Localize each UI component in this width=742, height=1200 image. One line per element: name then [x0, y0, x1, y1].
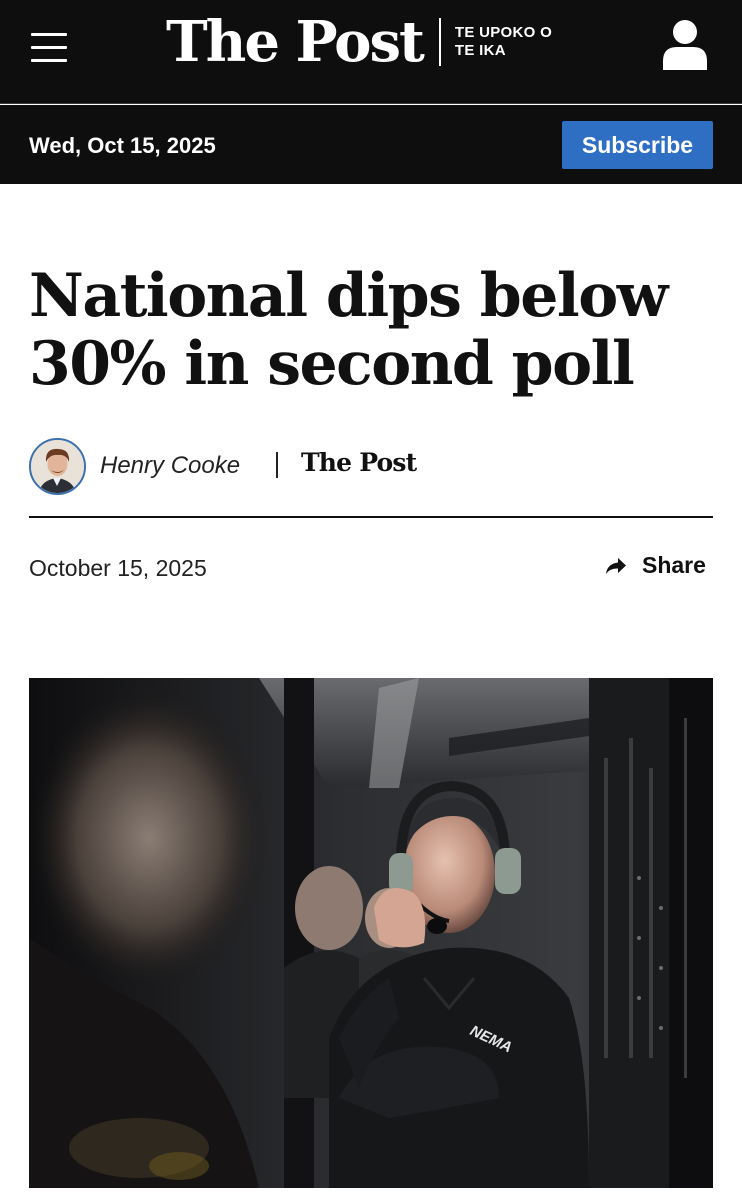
masthead-title: The Post	[166, 9, 425, 75]
site-header: The Post TE UPOKO O TE IKA	[0, 0, 742, 104]
date-bar: Wed, Oct 15, 2025 Subscribe	[0, 105, 742, 184]
share-button[interactable]: Share	[604, 552, 706, 579]
site-logo[interactable]: The Post TE UPOKO O TE IKA	[166, 12, 565, 72]
byline-rule	[29, 516, 713, 518]
author-name-link[interactable]: Henry Cooke	[100, 452, 240, 480]
hamburger-menu-icon[interactable]	[31, 33, 67, 63]
author-avatar[interactable]	[29, 438, 86, 495]
masthead-divider	[438, 18, 441, 66]
byline-divider	[276, 452, 278, 478]
article-headline: National dips below 30% in second poll	[29, 261, 668, 399]
article-hero-image: NEMA	[29, 678, 713, 1188]
share-arrow-icon	[606, 557, 626, 574]
current-date: Wed, Oct 15, 2025	[29, 133, 216, 158]
masthead-tagline: TE UPOKO O TE IKA	[454, 24, 553, 59]
user-account-icon[interactable]	[660, 18, 710, 72]
article-date: October 15, 2025	[29, 555, 207, 581]
publication-name: The Post	[301, 448, 417, 477]
share-label: Share	[642, 552, 706, 578]
subscribe-button[interactable]: Subscribe	[562, 121, 713, 169]
